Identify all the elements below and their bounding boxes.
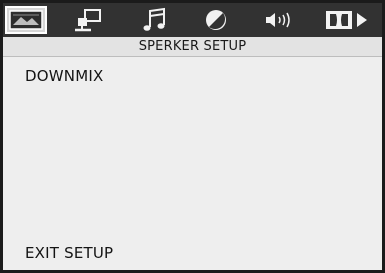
downmix-menu-item[interactable]: DOWNMIX (25, 67, 103, 85)
setup-menu-window: SPERKER SETUP DOWNMIX EXIT SETUP (0, 0, 385, 273)
tab-audio-setup[interactable] (133, 3, 177, 37)
music-note-icon (143, 7, 165, 31)
tab-speaker-setup[interactable] (63, 3, 113, 37)
tab-dolby-setup[interactable] (319, 3, 377, 37)
exit-setup-menu-item[interactable]: EXIT SETUP (25, 244, 113, 262)
volume-speaker-icon (266, 12, 290, 28)
tv-picture-icon (9, 10, 43, 30)
dolby-digital-icon (326, 11, 367, 29)
tab-volume-setup[interactable] (255, 3, 303, 37)
setup-tab-bar (3, 3, 382, 37)
color-contrast-icon (206, 10, 226, 30)
tab-general-setup[interactable] (5, 6, 47, 34)
page-title: SPERKER SETUP (3, 37, 382, 57)
speaker-stand-icon (75, 9, 101, 32)
tab-video-setup[interactable] (193, 3, 239, 37)
